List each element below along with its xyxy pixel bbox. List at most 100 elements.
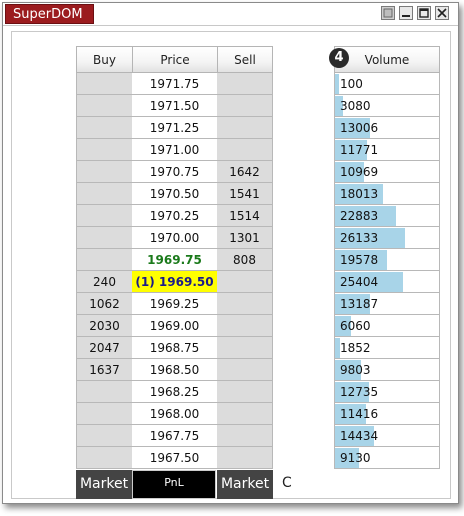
volume-value: 9803 (340, 363, 371, 377)
volume-row: 13187 (334, 293, 440, 315)
sell-cell[interactable] (217, 139, 273, 161)
volume-value: 100 (340, 77, 363, 91)
buy-cell[interactable]: 1062 (76, 293, 133, 315)
volume-row: 12735 (334, 381, 440, 403)
volume-value: 12735 (340, 385, 379, 399)
buy-cell[interactable]: 1637 (76, 359, 133, 381)
price-cell[interactable]: 1971.00 (132, 139, 218, 161)
price-cell[interactable]: 1968.25 (132, 381, 218, 403)
close-button[interactable] (435, 6, 449, 20)
price-cell[interactable]: 1967.75 (132, 425, 218, 447)
volume-value: 6060 (340, 319, 371, 333)
buy-cell[interactable] (76, 117, 133, 139)
buy-cell[interactable] (76, 447, 133, 469)
buy-cell[interactable] (76, 381, 133, 403)
volume-row: 22883 (334, 205, 440, 227)
buy-cell[interactable] (76, 161, 133, 183)
volume-value: 11416 (340, 407, 379, 421)
window-title: SuperDOM (5, 4, 94, 24)
sell-cell[interactable] (217, 315, 273, 337)
volume-row: 6060 (334, 315, 440, 337)
sell-cell[interactable] (217, 425, 273, 447)
buy-cell[interactable] (76, 73, 133, 95)
volume-value: 19578 (340, 253, 379, 267)
sell-cell[interactable] (217, 117, 273, 139)
sell-cell[interactable]: 1301 (217, 227, 273, 249)
ladder-footer: Market PnL Market (76, 470, 273, 499)
buy-cell[interactable]: 2047 (76, 337, 133, 359)
volume-value: 3080 (340, 99, 371, 113)
volume-value: 9130 (340, 451, 371, 465)
volume-column-header[interactable]: 4 Volume (329, 46, 440, 73)
buy-cell[interactable] (76, 403, 133, 425)
price-cell[interactable]: 1971.25 (132, 117, 218, 139)
sell-cell[interactable]: 1514 (217, 205, 273, 227)
price-cell[interactable]: 1967.50 (132, 447, 218, 469)
buy-cell[interactable] (76, 249, 133, 271)
sell-cell[interactable]: 808 (217, 249, 273, 271)
price-cell[interactable]: 1970.25 (132, 205, 218, 227)
volume-value: 11771 (340, 143, 379, 157)
price-cell[interactable]: 1969.25 (132, 293, 218, 315)
volume-value: 14434 (340, 429, 379, 443)
price-column-header[interactable]: Price (132, 46, 218, 73)
volume-value: 13006 (340, 121, 379, 135)
price-cell[interactable]: 1970.50 (132, 183, 218, 205)
restore-icon[interactable] (381, 6, 395, 20)
buy-column-header[interactable]: Buy (76, 46, 133, 73)
price-cell[interactable]: 1968.00 (132, 403, 218, 425)
pnl-button[interactable]: PnL (132, 470, 216, 499)
volume-value: 1852 (340, 341, 371, 355)
sell-cell[interactable] (217, 337, 273, 359)
price-cell[interactable]: (1) 1969.50 (132, 271, 218, 293)
volume-badge: 4 (329, 48, 349, 68)
sell-cell[interactable] (217, 95, 273, 117)
volume-value: 26133 (340, 231, 379, 245)
buy-cell[interactable]: 2030 (76, 315, 133, 337)
volume-value: 10969 (340, 165, 379, 179)
sell-cell[interactable] (217, 359, 273, 381)
buy-cell[interactable] (76, 139, 133, 161)
sell-cell[interactable] (217, 271, 273, 293)
price-cell[interactable]: 1968.50 (132, 359, 218, 381)
price-cell[interactable]: 1969.00 (132, 315, 218, 337)
minimize-icon (402, 15, 410, 17)
buy-cell[interactable]: 240 (76, 271, 133, 293)
buy-cell[interactable] (76, 95, 133, 117)
volume-value: 13187 (340, 297, 379, 311)
title-bar[interactable]: SuperDOM (3, 3, 458, 26)
sell-cell[interactable] (217, 447, 273, 469)
maximize-icon (419, 8, 429, 18)
close-icon (437, 8, 447, 18)
buy-cell[interactable] (76, 205, 133, 227)
sell-cell[interactable]: 1642 (217, 161, 273, 183)
volume-row: 3080 (334, 95, 440, 117)
price-cell[interactable]: 1969.75 (132, 249, 218, 271)
volume-row: 26133 (334, 227, 440, 249)
sell-cell[interactable] (217, 73, 273, 95)
buy-cell[interactable] (76, 183, 133, 205)
price-cell[interactable]: 1971.75 (132, 73, 218, 95)
volume-row: 18013 (334, 183, 440, 205)
price-cell[interactable]: 1968.75 (132, 337, 218, 359)
volume-row: 100 (334, 73, 440, 95)
sell-cell[interactable] (217, 381, 273, 403)
sell-column-header[interactable]: Sell (217, 46, 273, 73)
sell-market-button[interactable]: Market (217, 470, 273, 499)
sell-cell[interactable]: 1541 (217, 183, 273, 205)
buy-market-button[interactable]: Market (76, 470, 132, 499)
buy-cell[interactable] (76, 425, 133, 447)
minimize-button[interactable] (399, 6, 413, 20)
footer-c-label[interactable]: C (282, 475, 292, 491)
volume-row: 1852 (334, 337, 440, 359)
buy-cell[interactable] (76, 227, 133, 249)
price-cell[interactable]: 1970.75 (132, 161, 218, 183)
volume-header-label: Volume (364, 53, 410, 67)
price-cell[interactable]: 1971.50 (132, 95, 218, 117)
volume-row: 13006 (334, 117, 440, 139)
maximize-button[interactable] (417, 6, 431, 20)
price-cell[interactable]: 1970.00 (132, 227, 218, 249)
sell-cell[interactable] (217, 293, 273, 315)
sell-cell[interactable] (217, 403, 273, 425)
volume-row: 10969 (334, 161, 440, 183)
